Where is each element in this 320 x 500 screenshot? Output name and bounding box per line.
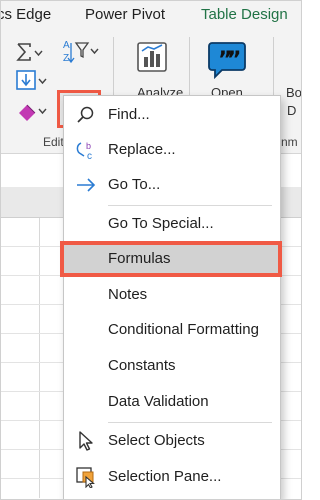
partial-group-label: nm	[281, 135, 298, 149]
svg-text:A: A	[63, 40, 70, 51]
svg-text:c: c	[87, 151, 92, 161]
menu-item-label: Selection Pane...	[108, 468, 222, 485]
menu-item-label: Replace...	[108, 141, 176, 158]
menu-item-data-validation[interactable]: Data Validation	[64, 385, 280, 419]
menu-item-formulas[interactable]: Formulas	[64, 242, 280, 276]
menu-item-label: Go To...	[108, 176, 161, 193]
excel-window: cs Edge Power Pivot Table Design A Z Edi…	[0, 0, 302, 500]
menu-item-label: Formulas	[108, 250, 171, 267]
ribbon-group-divider	[189, 37, 190, 97]
analyze-data-icon[interactable]	[134, 39, 174, 79]
partial-button-label[interactable]: Bo	[286, 85, 301, 100]
svg-text:b: b	[86, 141, 91, 151]
find-select-menu: Find... b c Replace... Go To... Go To Sp…	[60, 95, 282, 499]
menu-item-selection-pane[interactable]: Selection Pane...	[64, 460, 280, 494]
menu-item-go-to-special[interactable]: Go To Special...	[64, 207, 280, 241]
menu-separator	[108, 422, 272, 423]
menu-item-replace[interactable]: b c Replace...	[64, 133, 280, 167]
menu-item-select-objects[interactable]: Select Objects	[64, 424, 280, 458]
menu-item-label: Notes	[108, 286, 148, 303]
menu-item-constants[interactable]: Constants	[64, 349, 280, 383]
tab-acrobat-edge[interactable]: cs Edge	[1, 6, 51, 23]
menu-item-label: Find...	[108, 106, 150, 123]
menu-item-label: Data Validation	[108, 393, 209, 410]
tab-power-pivot[interactable]: Power Pivot	[85, 6, 165, 23]
editing-group-label: Edit	[43, 135, 64, 149]
selection-pane-icon	[76, 467, 95, 488]
arrow-right-icon	[77, 178, 96, 192]
menu-item-go-to[interactable]: Go To...	[64, 168, 280, 202]
tab-table-design[interactable]: Table Design	[201, 6, 288, 23]
ribbon-tab-bar: cs Edge Power Pivot Table Design	[1, 1, 301, 31]
menu-item-conditional-formatting[interactable]: Conditional Formatting	[64, 313, 280, 347]
menu-item-label: Go To Special...	[108, 215, 214, 232]
sort-filter-icon[interactable]: A Z	[61, 37, 101, 67]
menu-item-label: Conditional Formatting	[108, 321, 259, 338]
search-icon	[77, 106, 94, 123]
menu-separator	[108, 205, 272, 206]
partial-button-label[interactable]: D	[287, 103, 296, 118]
autosum-icon[interactable]	[15, 41, 45, 65]
cursor-arrow-icon	[79, 431, 93, 451]
quote-bubble-icon[interactable]: ” ”	[206, 39, 248, 81]
menu-item-label: Constants	[108, 357, 176, 374]
menu-item-label: Select Objects	[108, 432, 205, 449]
clear-eraser-icon[interactable]	[15, 99, 49, 123]
fill-icon[interactable]	[15, 69, 49, 93]
svg-text:”: ”	[227, 48, 241, 73]
replace-icon: b c	[76, 141, 92, 161]
menu-item-find[interactable]: Find...	[64, 98, 280, 132]
menu-item-notes[interactable]: Notes	[64, 278, 280, 312]
